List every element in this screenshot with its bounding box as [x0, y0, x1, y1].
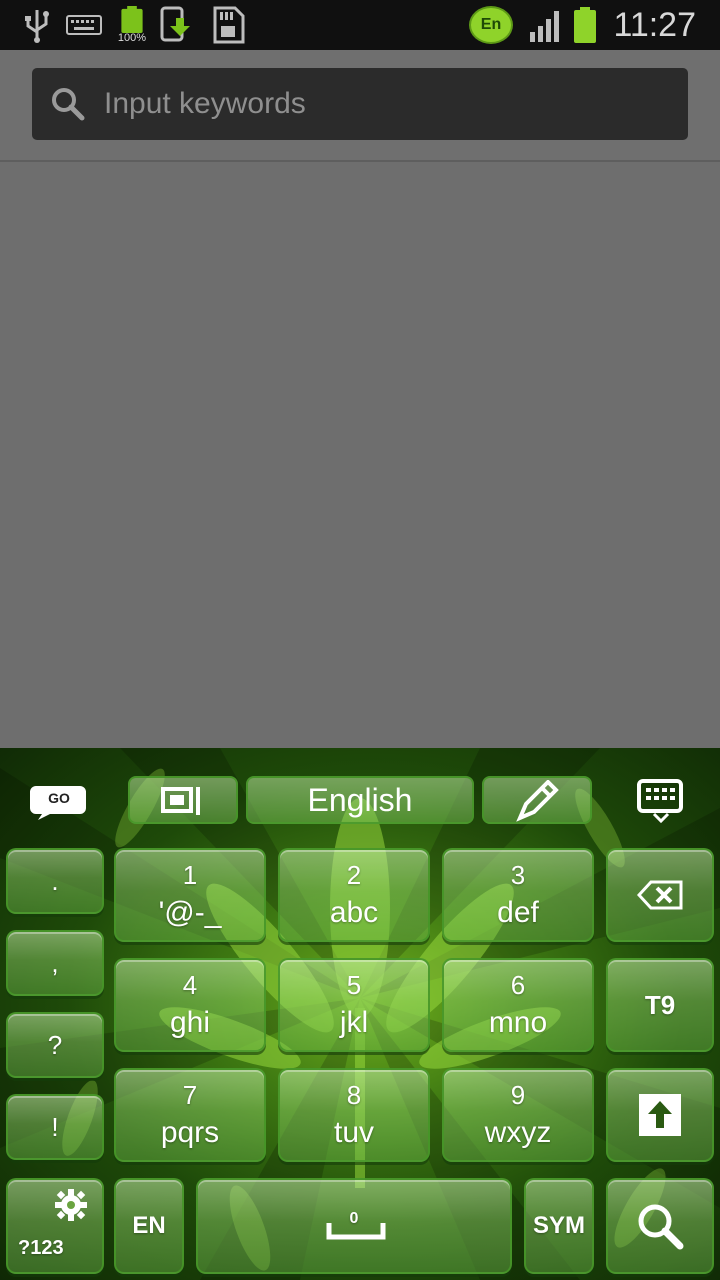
t9-label: T9 — [644, 989, 676, 1020]
language-selector[interactable]: English — [246, 776, 474, 824]
punct-label: ? — [47, 1029, 63, 1060]
usb-icon — [20, 6, 54, 44]
key-number: 7 — [182, 1080, 198, 1110]
battery-full-icon: 100% — [114, 6, 150, 44]
lang-key[interactable]: EN — [114, 1178, 184, 1274]
status-bar: 100% En 11:27 — [0, 0, 720, 50]
go-logo-icon[interactable]: GO — [30, 782, 88, 820]
symbols-key[interactable]: ?123 — [6, 1178, 104, 1274]
content-area — [0, 162, 720, 748]
key-number: 6 — [510, 970, 526, 1000]
key-number: 5 — [346, 970, 362, 1000]
sd-card-icon — [210, 6, 246, 44]
key-number: 9 — [510, 1080, 526, 1110]
key-letters: mno — [488, 1006, 548, 1039]
language-badge-icon: En — [466, 6, 516, 44]
search-box[interactable]: Input keywords — [32, 68, 688, 140]
clock: 11:27 — [613, 6, 696, 44]
language-badge: En — [469, 6, 513, 44]
signal-icon — [528, 6, 564, 44]
search-bar: Input keywords — [0, 50, 720, 162]
key-number: 4 — [182, 970, 198, 1000]
keyboard-notification-icon — [66, 6, 102, 44]
key-9[interactable]: 9 wxyz — [442, 1068, 594, 1162]
space-key[interactable]: 0 — [196, 1178, 512, 1274]
key-letters: def — [497, 896, 539, 929]
key-number: 1 — [182, 860, 198, 890]
key-letters: pqrs — [160, 1116, 220, 1149]
lang-label: EN — [132, 1212, 166, 1239]
handwriting-button[interactable] — [482, 776, 592, 824]
key-6[interactable]: 6 mno — [442, 958, 594, 1052]
search-icon — [50, 86, 86, 122]
key-4[interactable]: 4 ghi — [114, 958, 266, 1052]
keyboard: GO English . , ? ! 1 '@-_ 2 abc 3 def 4 ghi … — [0, 748, 720, 1280]
battery-icon — [570, 6, 600, 44]
backspace-icon — [608, 850, 712, 940]
key-number: 2 — [346, 860, 362, 890]
key-5[interactable]: 5 jkl — [278, 958, 430, 1052]
key-1[interactable]: 1 '@-_ — [114, 848, 266, 942]
key-letters: abc — [329, 896, 379, 929]
punct-key-period[interactable]: . — [6, 848, 104, 914]
key-letters: tuv — [333, 1116, 375, 1149]
sym-label: SYM — [532, 1212, 585, 1239]
pen-icon — [516, 779, 562, 827]
space-icon — [326, 1220, 386, 1245]
keyboard-hide-icon[interactable] — [636, 778, 686, 824]
key-8[interactable]: 8 tuv — [278, 1068, 430, 1162]
key-number: 3 — [510, 860, 526, 890]
key-2[interactable]: 2 abc — [278, 848, 430, 942]
punct-key-exclamation[interactable]: ! — [6, 1094, 104, 1160]
key-letters: wxyz — [484, 1116, 552, 1149]
punct-label: ! — [51, 1111, 59, 1142]
punct-label: , — [51, 947, 59, 978]
download-update-icon — [158, 6, 198, 44]
key-number: 8 — [346, 1080, 362, 1110]
punct-label: . — [51, 865, 59, 896]
key-letters: '@-_ — [158, 896, 222, 929]
gear-icon — [54, 1188, 88, 1227]
battery-percent-label: 100% — [117, 32, 147, 44]
key-7[interactable]: 7 pqrs — [114, 1068, 266, 1162]
symbols-label: ?123 — [18, 1237, 64, 1259]
search-key[interactable] — [606, 1178, 714, 1274]
punct-key-comma[interactable]: , — [6, 930, 104, 996]
shift-arrow-icon — [608, 1070, 712, 1160]
resize-button[interactable] — [128, 776, 238, 824]
t9-key[interactable]: T9 — [606, 958, 714, 1052]
search-key-icon — [608, 1180, 712, 1272]
sym-key[interactable]: SYM — [524, 1178, 594, 1274]
backspace-key[interactable] — [606, 848, 714, 942]
key-letters: ghi — [169, 1006, 211, 1039]
go-label: GO — [48, 790, 70, 806]
resize-icon — [160, 784, 206, 823]
shift-key[interactable] — [606, 1068, 714, 1162]
punct-key-question[interactable]: ? — [6, 1012, 104, 1078]
key-3[interactable]: 3 def — [442, 848, 594, 942]
key-letters: jkl — [339, 1006, 369, 1039]
search-input[interactable]: Input keywords — [104, 68, 674, 140]
